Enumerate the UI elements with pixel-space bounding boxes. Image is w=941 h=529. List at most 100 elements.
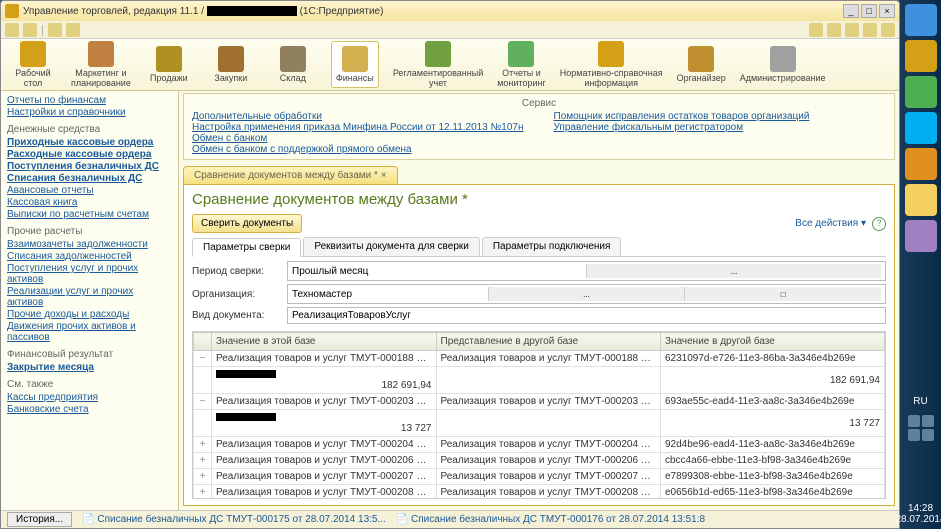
expand-icon[interactable] bbox=[194, 410, 212, 437]
qa-icon[interactable] bbox=[5, 23, 19, 37]
expand-icon[interactable]: + bbox=[194, 485, 212, 500]
nav-link[interactable]: Списания задолженностей bbox=[7, 251, 172, 262]
service-link[interactable]: Настройка применения приказа Минфина Рос… bbox=[192, 122, 524, 133]
table-row[interactable]: + Реализация товаров и услуг ТМУТ-000207… bbox=[194, 469, 885, 485]
1c-icon[interactable] bbox=[905, 40, 937, 72]
section-item[interactable]: Администрирование bbox=[740, 41, 826, 88]
expand-icon[interactable]: + bbox=[194, 437, 212, 453]
expand-icon[interactable]: − bbox=[194, 394, 212, 410]
nav-link[interactable]: Списания безналичных ДС bbox=[7, 173, 172, 184]
nav-link[interactable]: Движения прочих активов и пассивов bbox=[7, 321, 172, 343]
qa-icon[interactable] bbox=[863, 23, 877, 37]
qa-icon[interactable] bbox=[48, 23, 62, 37]
tray-icon[interactable] bbox=[922, 415, 934, 427]
nav-link[interactable]: Реализации услуг и прочих активов bbox=[7, 286, 172, 308]
help-icon[interactable]: ? bbox=[872, 217, 886, 231]
verify-documents-button[interactable]: Сверить документы bbox=[192, 214, 302, 233]
org-open-button[interactable]: □ bbox=[684, 287, 881, 301]
chrome-icon[interactable] bbox=[905, 76, 937, 108]
qa-icon[interactable] bbox=[66, 23, 80, 37]
nav-link[interactable]: Закрытие месяца bbox=[7, 362, 172, 373]
section-item[interactable]: Нормативно-справочнаяинформация bbox=[560, 41, 663, 88]
tray-icon[interactable] bbox=[908, 429, 920, 441]
skype-icon[interactable] bbox=[905, 112, 937, 144]
expand-icon[interactable]: + bbox=[194, 469, 212, 485]
org-field[interactable]: Техномастер ... □ bbox=[287, 284, 886, 304]
qa-icon[interactable] bbox=[23, 23, 37, 37]
qa-icon[interactable] bbox=[809, 23, 823, 37]
maximize-button[interactable]: □ bbox=[861, 4, 877, 18]
document-tab[interactable]: Сравнение документов между базами * × bbox=[183, 166, 398, 184]
period-field[interactable]: Прошлый месяц ... bbox=[287, 261, 886, 281]
param-tab[interactable]: Реквизиты документа для сверки bbox=[303, 237, 479, 256]
clock-date[interactable]: 28.07.2014 bbox=[895, 514, 941, 525]
section-item[interactable]: Маркетинг ипланирование bbox=[71, 41, 131, 88]
nav-link[interactable]: Кассы предприятия bbox=[7, 392, 172, 403]
service-link[interactable]: Обмен с банком bbox=[192, 133, 524, 144]
qa-icon[interactable] bbox=[881, 23, 895, 37]
nav-link[interactable]: Настройки и справочники bbox=[7, 107, 172, 118]
table-row[interactable]: − Реализация товаров и услуг ТМУТ-000203… bbox=[194, 394, 885, 410]
expand-icon[interactable]: − bbox=[194, 351, 212, 367]
period-select-button[interactable]: ... bbox=[586, 264, 881, 278]
table-row[interactable]: + Реализация товаров и услуг ТМУТ-000208… bbox=[194, 485, 885, 500]
nav-link[interactable]: Прочие доходы и расходы bbox=[7, 309, 172, 320]
minimize-button[interactable]: _ bbox=[843, 4, 859, 18]
windows-start[interactable] bbox=[905, 4, 937, 36]
folder-icon[interactable] bbox=[905, 184, 937, 216]
nav-link[interactable]: Поступления услуг и прочих активов bbox=[7, 263, 172, 285]
doctype-field[interactable]: РеализацияТоваровУслуг bbox=[287, 307, 886, 324]
1c-alt-icon[interactable] bbox=[905, 148, 937, 180]
qa-icon[interactable] bbox=[845, 23, 859, 37]
comparison-grid[interactable]: Значение в этой базеПредставление в друг… bbox=[192, 331, 886, 499]
grid-cell: e0656b1d-ed65-11e3-bf98-3a346e4b269e bbox=[661, 485, 885, 500]
table-row[interactable]: 13 727 13 727 bbox=[194, 410, 885, 437]
all-actions-link[interactable]: Все действия ▾ bbox=[795, 218, 866, 229]
section-item[interactable]: Отчеты имониторинг bbox=[497, 41, 546, 88]
expand-icon[interactable] bbox=[194, 367, 212, 394]
org-select-button[interactable]: ... bbox=[488, 287, 685, 301]
history-button[interactable]: История... bbox=[7, 512, 72, 527]
section-item[interactable]: Органайзер bbox=[677, 41, 726, 88]
service-link[interactable]: Помощник исправления остатков товаров ор… bbox=[554, 111, 810, 122]
grid-column-header[interactable]: Значение в этой базе bbox=[212, 333, 437, 351]
nav-link[interactable]: Выписки по расчетным счетам bbox=[7, 209, 172, 220]
section-icon bbox=[156, 46, 182, 72]
grid-column-header[interactable]: Значение в другой базе bbox=[661, 333, 885, 351]
table-row[interactable]: + Реализация товаров и услуг ТМУТ-000206… bbox=[194, 453, 885, 469]
table-row[interactable]: + Реализация товаров и услуг ТМУТ-000204… bbox=[194, 437, 885, 453]
close-button[interactable]: × bbox=[879, 4, 895, 18]
tray-icon[interactable] bbox=[908, 415, 920, 427]
section-item[interactable]: Продажи bbox=[145, 41, 193, 88]
section-item[interactable]: Закупки bbox=[207, 41, 255, 88]
nav-link[interactable]: Отчеты по финансам bbox=[7, 95, 172, 106]
nav-link[interactable]: Авансовые отчеты bbox=[7, 185, 172, 196]
section-item[interactable]: Регламентированныйучет bbox=[393, 41, 483, 88]
nav-link[interactable]: Расходные кассовые ордера bbox=[7, 149, 172, 160]
service-link[interactable]: Управление фискальным регистратором bbox=[554, 122, 810, 133]
nav-link[interactable]: Взаимозачеты задолженности bbox=[7, 239, 172, 250]
clock-time[interactable]: 14:28 bbox=[895, 503, 941, 514]
nav-link[interactable]: Поступления безналичных ДС bbox=[7, 161, 172, 172]
param-tab[interactable]: Параметры сверки bbox=[192, 238, 301, 257]
section-item[interactable]: Склад bbox=[269, 41, 317, 88]
language-indicator[interactable]: RU bbox=[913, 396, 927, 407]
section-item[interactable]: Рабочийстол bbox=[9, 41, 57, 88]
status-link[interactable]: 📄 Списание безналичных ДС ТМУТ-000176 от… bbox=[396, 514, 705, 525]
qa-icon[interactable] bbox=[827, 23, 841, 37]
tab-close-icon[interactable]: × bbox=[381, 170, 387, 181]
table-row[interactable]: − Реализация товаров и услуг ТМУТ-000188… bbox=[194, 351, 885, 367]
status-link[interactable]: 📄 Списание безналичных ДС ТМУТ-000175 от… bbox=[82, 514, 386, 525]
table-row[interactable]: 182 691,94 182 691,94 bbox=[194, 367, 885, 394]
tray-icon[interactable] bbox=[922, 429, 934, 441]
param-tab[interactable]: Параметры подключения bbox=[482, 237, 622, 256]
service-link[interactable]: Дополнительные обработки bbox=[192, 111, 524, 122]
nav-link[interactable]: Приходные кассовые ордера bbox=[7, 137, 172, 148]
expand-icon[interactable]: + bbox=[194, 453, 212, 469]
service-link[interactable]: Обмен с банком с поддержкой прямого обме… bbox=[192, 144, 524, 155]
palette-icon[interactable] bbox=[905, 220, 937, 252]
nav-link[interactable]: Банковские счета bbox=[7, 404, 172, 415]
grid-column-header[interactable]: Представление в другой базе bbox=[436, 333, 661, 351]
nav-link[interactable]: Кассовая книга bbox=[7, 197, 172, 208]
section-item[interactable]: Финансы bbox=[331, 41, 379, 88]
